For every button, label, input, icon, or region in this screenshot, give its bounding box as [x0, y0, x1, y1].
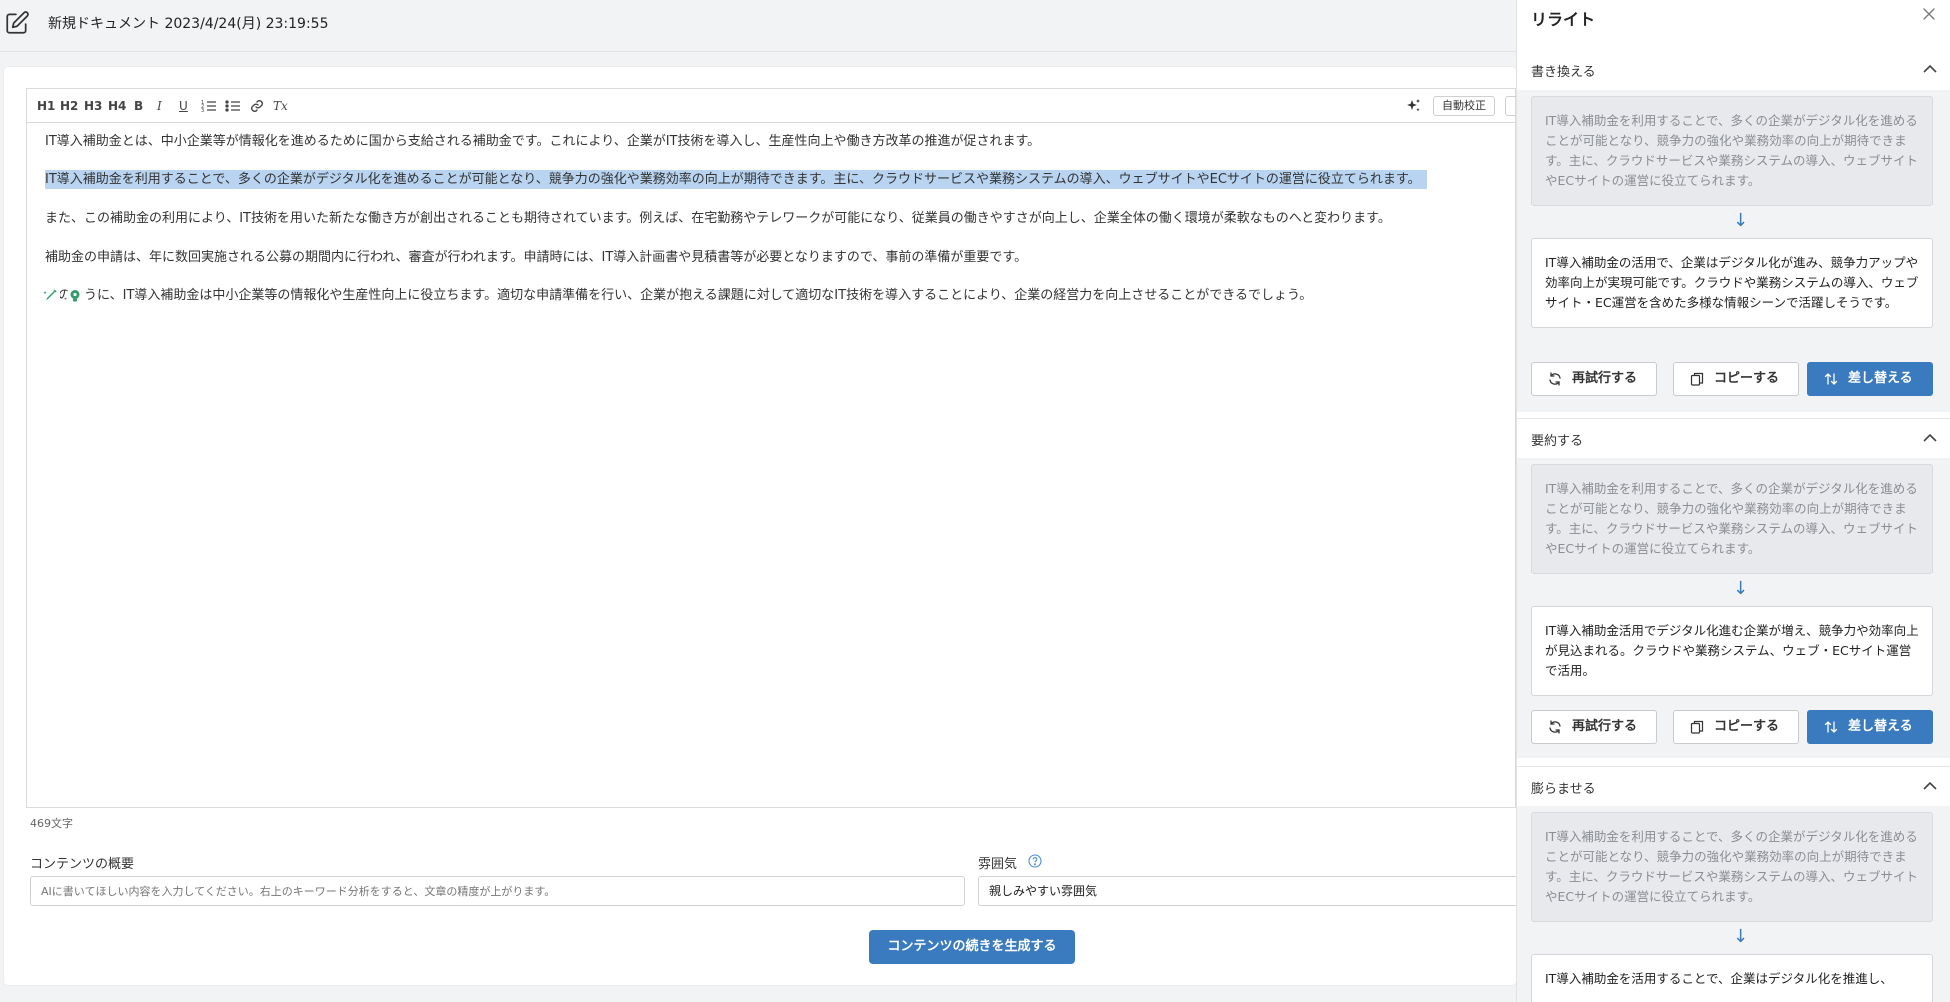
selected-paragraph[interactable]: IT導入補助金を利用することで、多くの企業がデジタル化を進めることが可能となり、… [45, 170, 1427, 189]
swap-vertical-icon [1824, 373, 1838, 385]
edit-document-icon[interactable] [4, 10, 30, 36]
ai-sparkle-icon[interactable] [1405, 97, 1423, 115]
copy-icon [1690, 372, 1704, 386]
link-icon[interactable] [249, 97, 265, 115]
chevron-up-icon[interactable] [1923, 433, 1937, 443]
copy-button[interactable]: コピーする [1673, 710, 1799, 744]
arrow-down-icon: ↓ [1733, 210, 1749, 231]
refresh-icon [1549, 720, 1561, 734]
retry-label: 再試行する [1572, 719, 1638, 734]
mood-select[interactable]: 親しみやすい雰囲気 [978, 876, 1516, 906]
italic-button[interactable]: I [157, 97, 162, 115]
panel-title: リライト [1531, 10, 1596, 29]
arrow-down-icon: ↓ [1733, 578, 1749, 599]
chevron-up-icon[interactable] [1923, 781, 1937, 791]
copy-label: コピーする [1714, 719, 1780, 734]
section-rewrite-body: IT導入補助金を利用することで、多くの企業がデジタル化を進めることが可能となり、… [1517, 90, 1950, 412]
replace-label: 差し替える [1848, 719, 1913, 734]
copy-icon [1690, 720, 1704, 734]
expand-result-box[interactable]: IT導入補助金を活用することで、企業はデジタル化を推進し、 [1531, 954, 1933, 1002]
heading4-button[interactable]: H4 [108, 97, 126, 115]
clear-format-button[interactable]: Tx [273, 97, 288, 115]
section-label: 膨らませる [1531, 782, 1596, 797]
generate-continuation-button[interactable]: コンテンツの続きを生成する [869, 930, 1075, 964]
floating-selection-tools [41, 286, 101, 306]
help-icon[interactable] [1028, 854, 1042, 868]
rewrite-result-box[interactable]: IT導入補助金の活用で、企業はデジタル化が進み、競争力アップや効率向上が実現可能… [1531, 238, 1933, 328]
retry-button[interactable]: 再試行する [1531, 710, 1657, 744]
bullet-list-icon[interactable] [225, 97, 241, 115]
section-rewrite-header[interactable]: 書き換える [1517, 50, 1950, 90]
idea-bulb-icon[interactable] [65, 286, 85, 306]
rewrite-panel: リライト 書き換える IT導入補助金を利用することで、多くの企業がデジタル化を進… [1516, 0, 1950, 1002]
replace-label: 差し替える [1848, 371, 1913, 386]
section-expand-header[interactable]: 膨らませる [1517, 766, 1950, 806]
retry-label: 再試行する [1572, 371, 1638, 386]
bold-button[interactable]: B [134, 97, 143, 115]
original-text-box: IT導入補助金を利用することで、多くの企業がデジタル化を進めることが可能となり、… [1531, 464, 1933, 574]
heading3-button[interactable]: H3 [84, 97, 102, 115]
arrow-down-icon: ↓ [1733, 926, 1749, 947]
heading1-button[interactable]: H1 [37, 97, 55, 115]
editor-toolbar: H1 H2 H3 H4 B I U 123 Tx 自動校正 [27, 89, 1517, 123]
refresh-icon [1549, 372, 1561, 386]
retry-button[interactable]: 再試行する [1531, 362, 1657, 396]
underline-button[interactable]: U [179, 97, 188, 115]
section-label: 書き換える [1531, 65, 1596, 80]
autofix-button[interactable]: 自動校正 [1433, 96, 1495, 116]
replace-button[interactable]: 差し替える [1807, 710, 1933, 744]
summary-result-box[interactable]: IT導入補助金活用でデジタル化進む企業が増え、競争力や効率向上が見込まれる。クラ… [1531, 606, 1933, 696]
chevron-up-icon[interactable] [1923, 64, 1937, 74]
section-summarize-header[interactable]: 要約する [1517, 418, 1950, 458]
top-bar: 新規ドキュメント 2023/4/24(月) 23:19:55 [0, 0, 1516, 52]
copy-label: コピーする [1714, 371, 1780, 386]
paragraph[interactable]: 補助金の申請は、年に数回実施される公募の期間内に行われ、審査が行われます。申請時… [45, 248, 1027, 267]
svg-text:3: 3 [201, 108, 204, 114]
section-expand-body: IT導入補助金を利用することで、多くの企業がデジタル化を進めることが可能となり、… [1517, 806, 1950, 1002]
original-text-box: IT導入補助金を利用することで、多くの企業がデジタル化を進めることが可能となり、… [1531, 812, 1933, 922]
mood-label: 雰囲気 [978, 857, 1018, 872]
ordered-list-icon[interactable]: 123 [201, 97, 217, 115]
heading2-button[interactable]: H2 [60, 97, 78, 115]
original-text-box: IT導入補助金を利用することで、多くの企業がデジタル化を進めることが可能となり、… [1531, 96, 1933, 206]
document-title[interactable]: 新規ドキュメント 2023/4/24(月) 23:19:55 [48, 13, 329, 33]
section-summarize-body: IT導入補助金を利用することで、多くの企業がデジタル化を進めることが可能となり、… [1517, 458, 1950, 758]
summary-input[interactable] [30, 876, 965, 906]
swap-vertical-icon [1824, 721, 1838, 733]
copy-button[interactable]: コピーする [1673, 362, 1799, 396]
paragraph[interactable]: IT導入補助金とは、中小企業等が情報化を進めるために国から支給される補助金です。… [45, 132, 1040, 151]
paragraph[interactable]: また、この補助金の利用により、IT技術を用いた新たな働き方が創出されることも期待… [45, 209, 1391, 228]
rich-text-editor[interactable]: H1 H2 H3 H4 B I U 123 Tx 自動校正 IT導入補助金とは、… [26, 88, 1517, 808]
summary-label: コンテンツの概要 [30, 857, 135, 872]
section-label: 要約する [1531, 434, 1584, 449]
close-icon[interactable] [1921, 6, 1937, 22]
replace-button[interactable]: 差し替える [1807, 362, 1933, 396]
rewrite-pen-icon[interactable] [41, 286, 61, 306]
paragraph[interactable]: このように、IT導入補助金は中小企業等の情報化や生産性向上に役立ちます。適切な申… [45, 286, 1312, 305]
character-count: 469文字 [30, 817, 73, 830]
